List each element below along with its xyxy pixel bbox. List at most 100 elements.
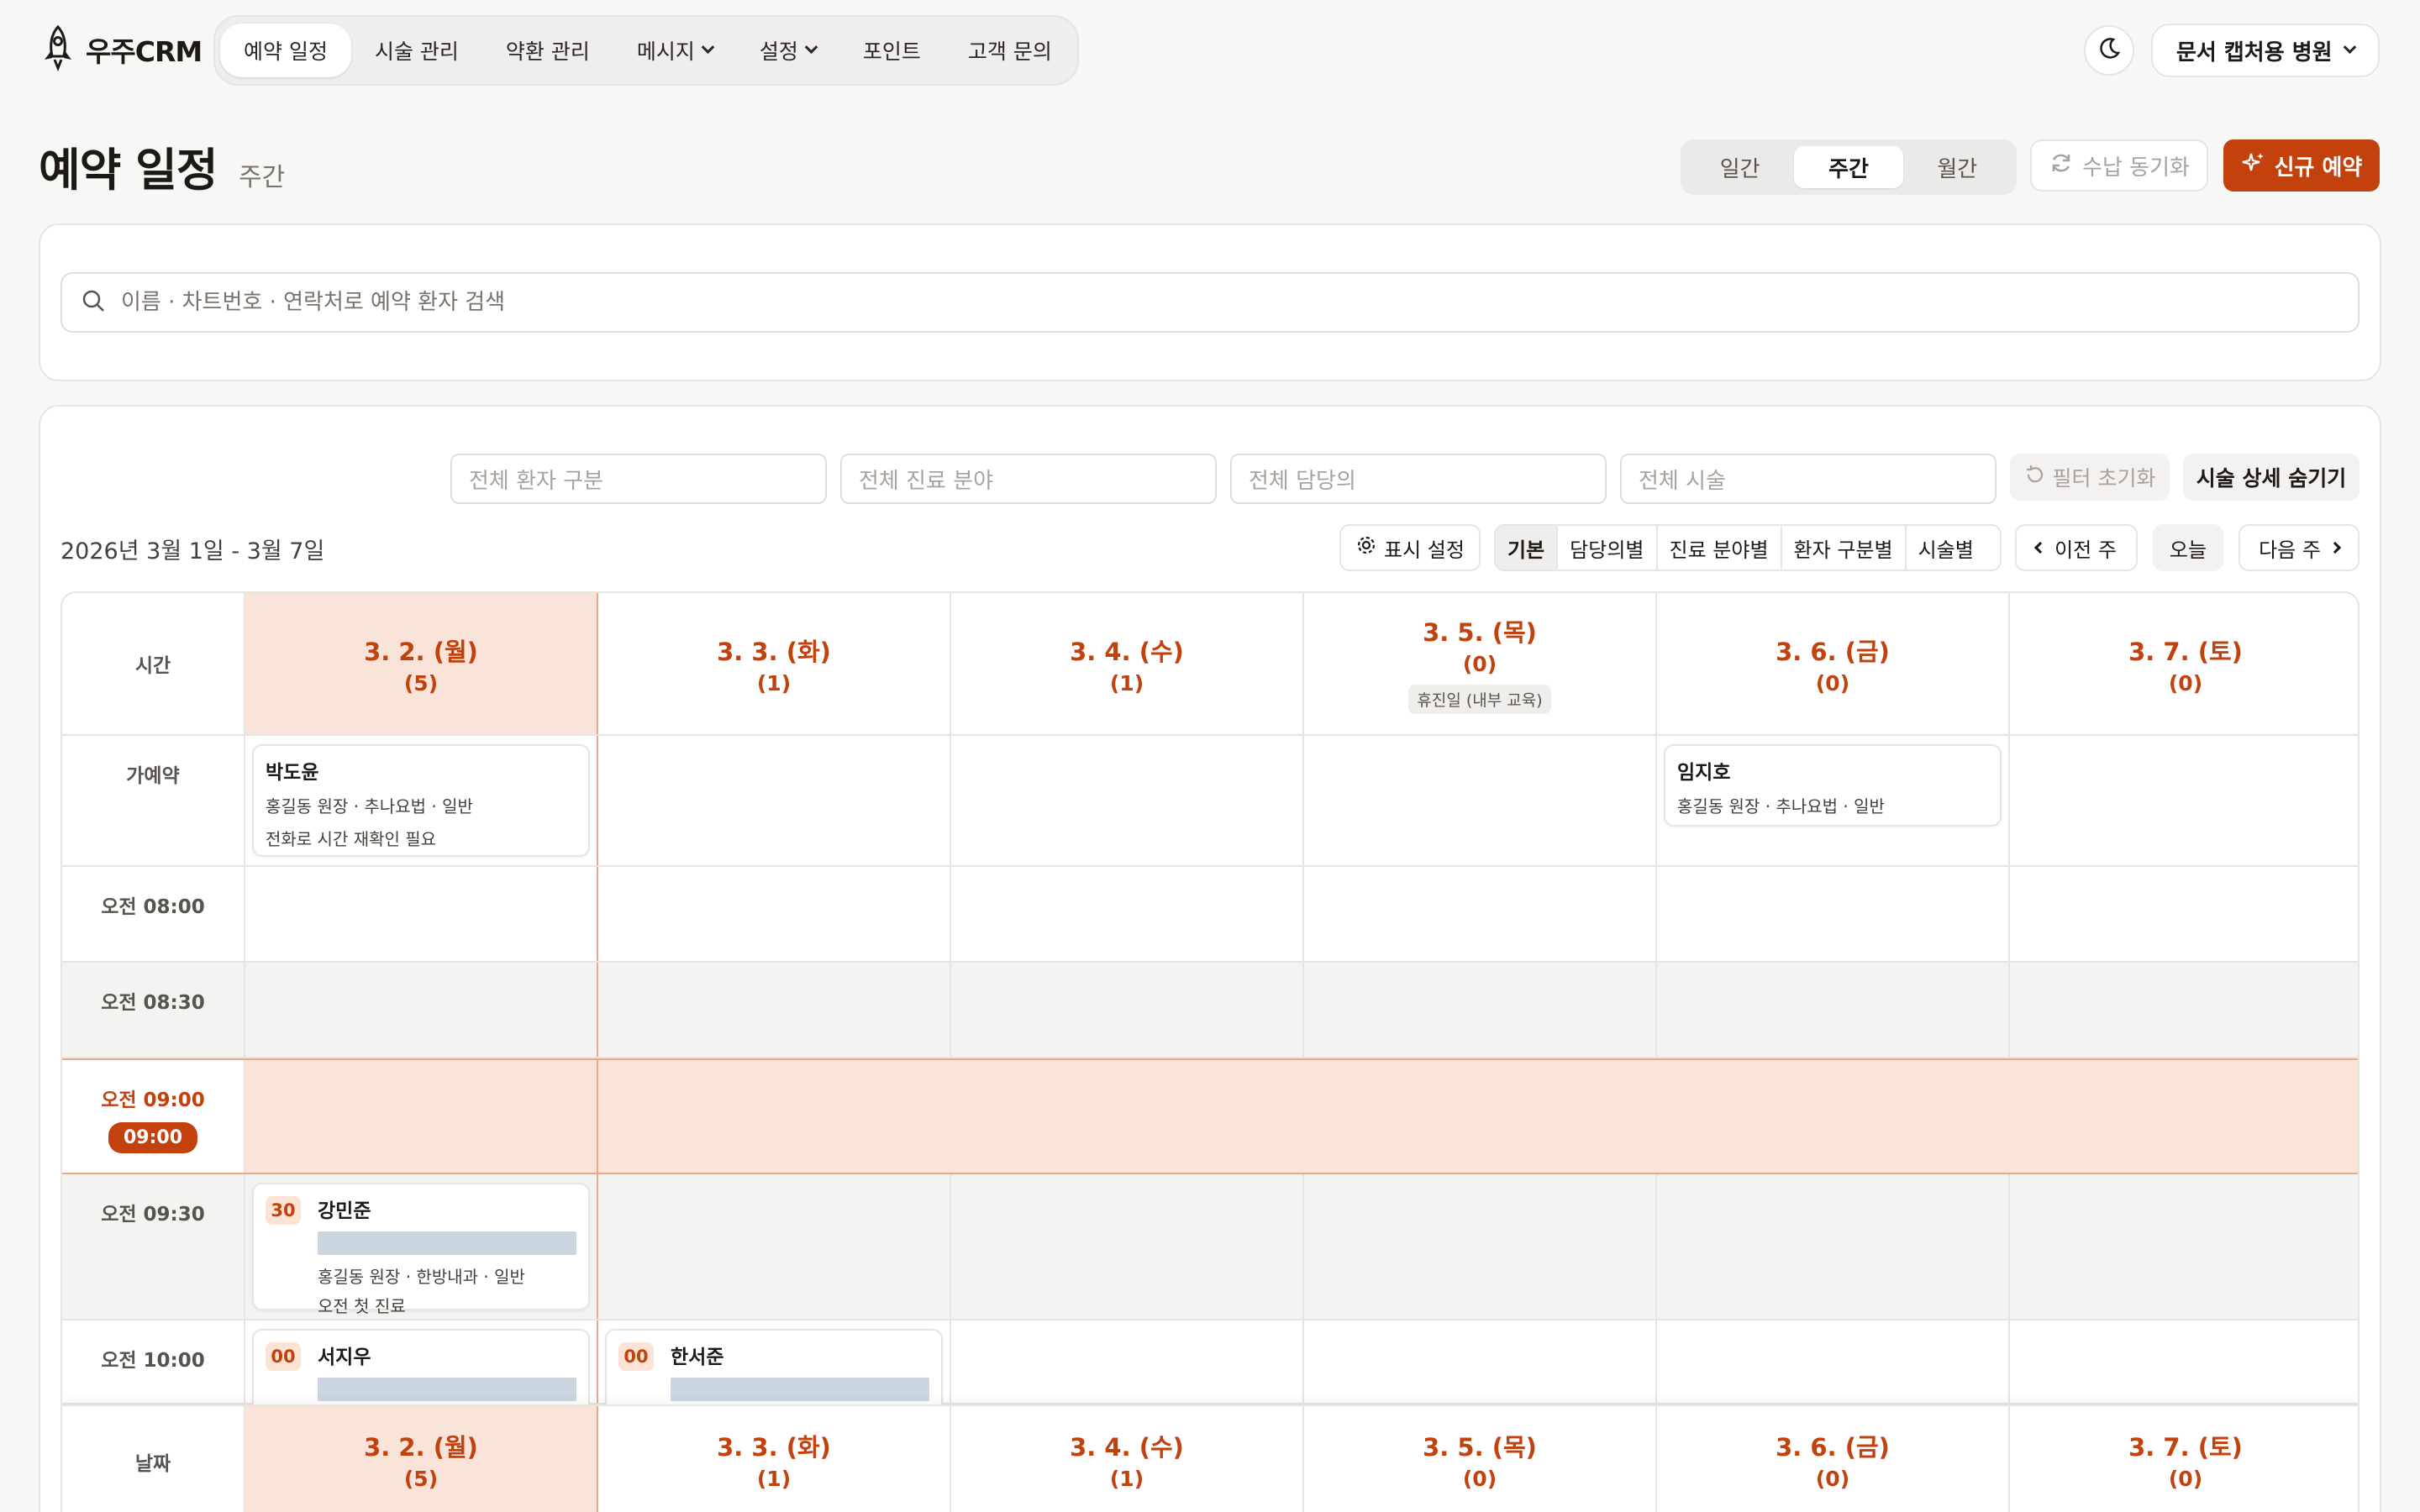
slot-cell[interactable] <box>598 1060 2358 1173</box>
slot-cell[interactable] <box>951 963 1304 1057</box>
today-button[interactable]: 오늘 <box>2153 524 2223 571</box>
day-count: (0) <box>2168 1467 2203 1491</box>
day-date: 3. 5. (목) <box>1423 618 1537 647</box>
day-count: (0) <box>1815 1467 1850 1491</box>
slot-cell[interactable] <box>1657 963 2010 1057</box>
slot-cell[interactable] <box>245 867 598 961</box>
patient-type-filter[interactable]: 전체 환자 구분 <box>450 454 827 504</box>
clinic-selector[interactable]: 문서 캡처용 병원 <box>2151 24 2380 77</box>
date-range: 2026년 3월 1일 - 3월 7일 <box>60 538 325 564</box>
nav-item-settings[interactable]: 설정 <box>736 24 839 77</box>
nav-item-messages[interactable]: 메시지 <box>613 24 736 77</box>
day-cell[interactable] <box>598 736 951 865</box>
slot-cell[interactable] <box>598 1174 951 1319</box>
chevron-down-icon <box>701 39 715 54</box>
slot-cell[interactable] <box>245 963 598 1057</box>
nav-item-procedures[interactable]: 시술 관리 <box>351 24 482 77</box>
day-header-fri[interactable]: 3. 6. (금) (0) <box>1657 593 2010 734</box>
slot-cell[interactable] <box>598 867 951 961</box>
slot-cell[interactable] <box>1657 867 2010 961</box>
patient-search[interactable] <box>60 272 2360 333</box>
nav-item-medicine[interactable]: 약환 관리 <box>482 24 613 77</box>
slot-cell[interactable] <box>1304 867 1657 961</box>
group-department-button[interactable]: 진료 분야별 <box>1658 526 1782 570</box>
nav-item-inquiries[interactable]: 고객 문의 <box>944 24 1076 77</box>
day-count: (1) <box>1109 670 1144 696</box>
hide-detail-button[interactable]: 시술 상세 숨기기 <box>2183 454 2360 501</box>
appointment-card[interactable]: 30 강민준 홍길동 원장 · 한방내과 · 일반 오전 첫 진료 <box>252 1183 590 1316</box>
day-header-mon[interactable]: 3. 2. (월) (5) <box>245 593 598 734</box>
tentative-appointment-card[interactable]: 임지호 홍길동 원장 · 추나요법 · 일반 <box>1664 744 2002 827</box>
group-patient-type-button[interactable]: 환자 구분별 <box>1782 526 1907 570</box>
day-footer-mon[interactable]: 3. 2. (월) (5) <box>245 1406 598 1512</box>
nav-label: 고객 문의 <box>967 39 1052 64</box>
slot-cell[interactable] <box>598 963 951 1057</box>
prev-week-button[interactable]: 이전 주 <box>2015 524 2138 571</box>
slot-cell[interactable] <box>951 867 1304 961</box>
view-day-button[interactable]: 일간 <box>1686 146 1794 188</box>
day-cell[interactable] <box>951 736 1304 865</box>
day-footer-sat[interactable]: 3. 7. (토) (0) <box>2010 1406 2358 1512</box>
nav-item-points[interactable]: 포인트 <box>839 24 944 77</box>
search-input[interactable] <box>121 290 2306 315</box>
theme-toggle-button[interactable] <box>2084 25 2134 76</box>
day-header-sat[interactable]: 3. 7. (토) (0) <box>2010 593 2358 734</box>
day-date: 3. 3. (화) <box>717 637 831 666</box>
rocket-icon <box>39 24 77 75</box>
day-header-wed[interactable]: 3. 4. (수) (1) <box>951 593 1304 734</box>
view-week-button[interactable]: 주간 <box>1794 146 1903 188</box>
new-label: 신규 예약 <box>2274 155 2363 181</box>
chevron-right-icon <box>2328 541 2342 554</box>
day-cell[interactable] <box>1304 736 1657 865</box>
payment-sync-button[interactable]: 수납 동기화 <box>2030 139 2208 192</box>
tentative-row: 가예약 박도윤 홍길동 원장 · 추나요법 · 일반 전화로 시간 재확인 필요… <box>62 736 2358 867</box>
day-footer-thu[interactable]: 3. 5. (목) (0) <box>1304 1406 1657 1512</box>
filter-reset-button[interactable]: 필터 초기화 <box>2010 454 2170 501</box>
slot-cell[interactable] <box>245 1060 598 1173</box>
procedure-filter[interactable]: 전체 시술 <box>1620 454 1996 504</box>
day-count: (1) <box>756 1467 792 1491</box>
time-label: 오전 09:30 <box>62 1174 245 1319</box>
day-header-thu[interactable]: 3. 5. (목) (0) 휴진일 (내부 교육) <box>1304 593 1657 734</box>
day-count: (1) <box>756 670 792 696</box>
slot-cell[interactable] <box>1304 963 1657 1057</box>
group-procedure-button[interactable]: 시술별 <box>1907 526 1986 570</box>
day-date: 3. 4. (수) <box>1070 1433 1184 1462</box>
nav-item-schedule[interactable]: 예약 일정 <box>220 24 351 77</box>
chevron-down-icon <box>804 39 818 54</box>
time-slot-row: 오전 10:00 00 서지우 00 한서준 <box>62 1320 2358 1430</box>
prev-week-label: 이전 주 <box>2054 538 2117 562</box>
slot-cell[interactable] <box>1304 1174 1657 1319</box>
view-month-button[interactable]: 월간 <box>1903 146 2012 188</box>
department-filter[interactable]: 전체 진료 분야 <box>840 454 1217 504</box>
slot-cell[interactable] <box>2010 867 2358 961</box>
slot-cell[interactable] <box>951 1174 1304 1319</box>
doctor-filter[interactable]: 전체 담당의 <box>1230 454 1607 504</box>
display-settings-button[interactable]: 표시 설정 <box>1339 524 1481 571</box>
slot-cell[interactable] <box>951 1320 1304 1403</box>
sync-label: 수납 동기화 <box>2082 155 2190 181</box>
next-week-button[interactable]: 다음 주 <box>2238 524 2360 571</box>
slot-cell[interactable] <box>1304 1320 1657 1403</box>
group-doctor-button[interactable]: 담당의별 <box>1558 526 1658 570</box>
day-footer-tue[interactable]: 3. 3. (화) (1) <box>598 1406 951 1512</box>
day-footer-fri[interactable]: 3. 6. (금) (0) <box>1657 1406 2010 1512</box>
slot-cell[interactable] <box>2010 1320 2358 1403</box>
clinic-label: 문서 캡처용 병원 <box>2176 39 2333 66</box>
tentative-appointment-card[interactable]: 박도윤 홍길동 원장 · 추나요법 · 일반 전화로 시간 재확인 필요 <box>252 744 590 857</box>
slot-cell[interactable] <box>1657 1174 2010 1319</box>
tentative-label: 가예약 <box>62 736 245 865</box>
day-footer-wed[interactable]: 3. 4. (수) (1) <box>951 1406 1304 1512</box>
day-header-tue[interactable]: 3. 3. (화) (1) <box>598 593 951 734</box>
app-logo[interactable]: 우주CRM <box>39 24 203 75</box>
minute-badge: 00 <box>266 1342 301 1371</box>
slot-cell[interactable] <box>2010 963 2358 1057</box>
minute-badge: 00 <box>618 1342 654 1371</box>
new-appointment-button[interactable]: 신규 예약 <box>2223 139 2380 192</box>
group-default-button[interactable]: 기본 <box>1496 526 1559 570</box>
day-cell[interactable] <box>2010 736 2358 865</box>
slot-cell[interactable] <box>2010 1174 2358 1319</box>
day-date: 3. 6. (금) <box>1776 637 1890 666</box>
appointment-detail: 홍길동 원장 · 추나요법 · 일반 <box>266 796 473 816</box>
slot-cell[interactable] <box>1657 1320 2010 1403</box>
